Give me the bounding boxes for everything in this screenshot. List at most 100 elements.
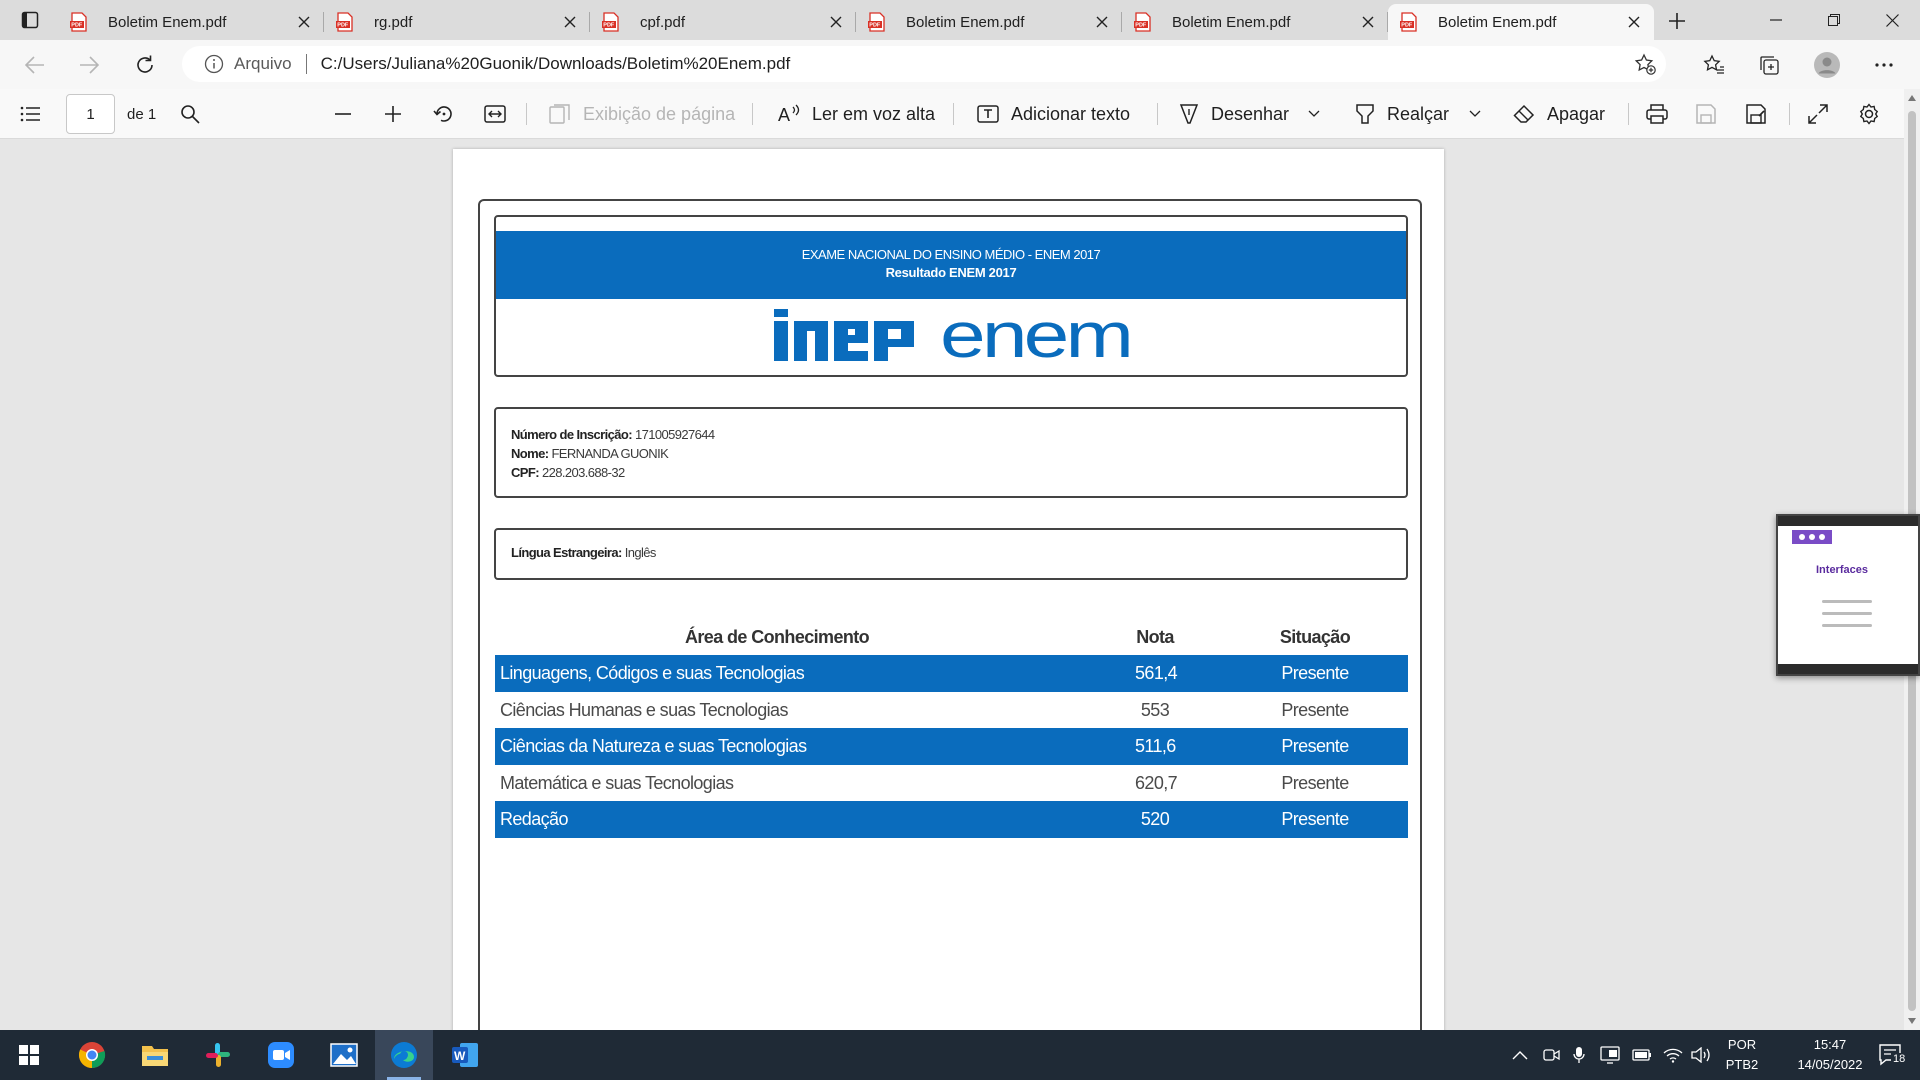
show-hidden-icons[interactable] bbox=[1512, 1030, 1528, 1080]
add-favorite-icon[interactable] bbox=[1634, 53, 1656, 75]
save-button[interactable] bbox=[1696, 89, 1716, 139]
back-button[interactable] bbox=[20, 50, 50, 80]
slack-taskbar-icon[interactable] bbox=[189, 1030, 247, 1080]
draw-options-dropdown[interactable] bbox=[1308, 89, 1320, 139]
scroll-down-arrow[interactable] bbox=[1907, 1016, 1917, 1026]
word-taskbar-icon[interactable]: W bbox=[436, 1030, 494, 1080]
info-icon[interactable] bbox=[204, 54, 224, 74]
zoom-out-button[interactable] bbox=[334, 89, 352, 139]
print-button[interactable] bbox=[1646, 89, 1668, 139]
svg-text:A: A bbox=[778, 105, 790, 124]
tab-boletim-1[interactable]: PDF Boletim Enem.pdf bbox=[58, 4, 324, 40]
tab-boletim-2[interactable]: PDF Boletim Enem.pdf bbox=[856, 4, 1122, 40]
close-icon[interactable] bbox=[1094, 14, 1110, 30]
add-text-button[interactable]: Adicionar texto bbox=[977, 89, 1130, 139]
close-icon[interactable] bbox=[296, 14, 312, 30]
close-icon[interactable] bbox=[828, 14, 844, 30]
situacao-cell: Presente bbox=[1281, 772, 1349, 793]
tab-boletim-3[interactable]: PDF Boletim Enem.pdf bbox=[1122, 4, 1388, 40]
area-cell: Ciências da Natureza e suas Tecnologias bbox=[500, 736, 807, 756]
pdf-viewer[interactable]: EXAME NACIONAL DO ENSINO MÉDIO - ENEM 20… bbox=[0, 139, 1904, 1030]
windows-logo-icon bbox=[19, 1045, 39, 1065]
chrome-taskbar-icon[interactable] bbox=[63, 1030, 121, 1080]
fit-page-button[interactable] bbox=[484, 89, 506, 139]
svg-text:PDF: PDF bbox=[1135, 23, 1147, 29]
collections-button[interactable] bbox=[1754, 50, 1784, 80]
cpf-label: CPF: bbox=[511, 465, 540, 480]
tab-list: PDF Boletim Enem.pdf PDF rg.pdf PDF cpf.… bbox=[58, 4, 1654, 40]
preview-topbar bbox=[1778, 516, 1918, 526]
tab-cpf[interactable]: PDF cpf.pdf bbox=[590, 4, 856, 40]
erase-button[interactable]: Apagar bbox=[1513, 89, 1605, 139]
preview-line bbox=[1822, 612, 1872, 615]
pen-icon bbox=[1179, 104, 1199, 124]
floating-window-preview[interactable]: Interfaces bbox=[1776, 514, 1920, 676]
notification-count: 18 bbox=[1891, 1053, 1908, 1065]
page-view-button[interactable]: Exibição de página bbox=[549, 89, 735, 139]
new-tab-button[interactable] bbox=[1660, 6, 1694, 36]
close-window-button[interactable] bbox=[1864, 0, 1920, 40]
tab-rg[interactable]: PDF rg.pdf bbox=[324, 4, 590, 40]
edge-taskbar-icon[interactable] bbox=[375, 1030, 433, 1080]
scroll-up-arrow[interactable] bbox=[1907, 93, 1917, 103]
draw-button[interactable]: Desenhar bbox=[1179, 89, 1289, 139]
minimize-button[interactable] bbox=[1748, 0, 1804, 40]
header-situacao: Situação bbox=[1279, 627, 1351, 647]
settings-button[interactable] bbox=[1858, 89, 1880, 139]
profile-avatar[interactable] bbox=[1812, 50, 1842, 80]
rotate-icon bbox=[433, 106, 452, 122]
highlight-button[interactable]: Realçar bbox=[1355, 89, 1449, 139]
refresh-button[interactable] bbox=[130, 50, 160, 80]
rotate-button[interactable] bbox=[433, 89, 455, 139]
draw-label: Desenhar bbox=[1211, 103, 1290, 124]
page-view-icon bbox=[549, 104, 570, 124]
close-icon[interactable] bbox=[562, 14, 578, 30]
preview-line bbox=[1822, 624, 1872, 627]
toolbar-divider bbox=[1157, 103, 1158, 125]
search-button[interactable] bbox=[180, 89, 200, 139]
tab-strip: PDF Boletim Enem.pdf PDF rg.pdf PDF cpf.… bbox=[0, 0, 1920, 40]
contents-button[interactable] bbox=[20, 89, 40, 139]
photos-taskbar-icon[interactable] bbox=[315, 1030, 373, 1080]
tab-boletim-active[interactable]: PDF Boletim Enem.pdf bbox=[1388, 4, 1654, 40]
tab-title: rg.pdf bbox=[374, 13, 413, 31]
camera-tray-icon[interactable] bbox=[1543, 1030, 1561, 1080]
close-icon[interactable] bbox=[1360, 14, 1376, 30]
zoom-taskbar-icon[interactable] bbox=[252, 1030, 310, 1080]
volume-icon[interactable] bbox=[1691, 1030, 1711, 1080]
fullscreen-button[interactable] bbox=[1808, 89, 1828, 139]
microphone-tray-icon[interactable] bbox=[1573, 1030, 1585, 1080]
header-nota: Nota bbox=[1136, 627, 1174, 647]
address-bar[interactable]: Arquivo C:/Users/Juliana%20Guonik/Downlo… bbox=[182, 46, 1666, 82]
toolbar-divider bbox=[953, 103, 954, 125]
result-title: Resultado ENEM 2017 bbox=[885, 265, 1017, 280]
favorites-button[interactable] bbox=[1699, 50, 1729, 80]
save-as-button[interactable] bbox=[1746, 89, 1766, 139]
read-aloud-button[interactable]: A Ler em voz alta bbox=[778, 89, 935, 139]
forward-button[interactable] bbox=[74, 50, 104, 80]
svg-text:PDF: PDF bbox=[337, 23, 349, 29]
foreign-language-box: Língua Estrangeira: Inglês bbox=[494, 528, 1408, 580]
exam-title: EXAME NACIONAL DO ENSINO MÉDIO - ENEM 20… bbox=[801, 247, 1101, 262]
wifi-icon[interactable] bbox=[1663, 1030, 1683, 1080]
battery-icon[interactable] bbox=[1632, 1030, 1652, 1080]
pdf-toolbar: 1 de 1 Exibição de página A Ler em voz a… bbox=[0, 89, 1920, 139]
language-indicator[interactable]: POR PTB2 bbox=[1722, 1030, 1762, 1080]
address-url[interactable]: C:/Users/Juliana%20Guonik/Downloads/Bole… bbox=[321, 54, 791, 74]
highlighter-icon bbox=[1356, 104, 1374, 124]
toolbar-divider bbox=[1628, 103, 1629, 125]
more-menu-button[interactable] bbox=[1869, 50, 1899, 80]
close-icon[interactable] bbox=[1626, 14, 1642, 30]
screen-share-tray-icon[interactable] bbox=[1600, 1030, 1620, 1080]
highlight-options-dropdown[interactable] bbox=[1469, 89, 1481, 139]
tab-actions-icon[interactable] bbox=[14, 8, 46, 32]
start-button[interactable] bbox=[0, 1030, 58, 1080]
file-explorer-taskbar-icon[interactable] bbox=[126, 1030, 184, 1080]
notification-center-button[interactable]: 18 bbox=[1866, 1030, 1916, 1080]
situacao-cell: Presente bbox=[1281, 663, 1349, 683]
add-text-label: Adicionar texto bbox=[1011, 103, 1131, 124]
page-number-input[interactable]: 1 bbox=[66, 94, 115, 134]
restore-button[interactable] bbox=[1806, 0, 1862, 40]
zoom-in-button[interactable] bbox=[384, 89, 402, 139]
pdf-file-icon: PDF bbox=[70, 12, 87, 32]
